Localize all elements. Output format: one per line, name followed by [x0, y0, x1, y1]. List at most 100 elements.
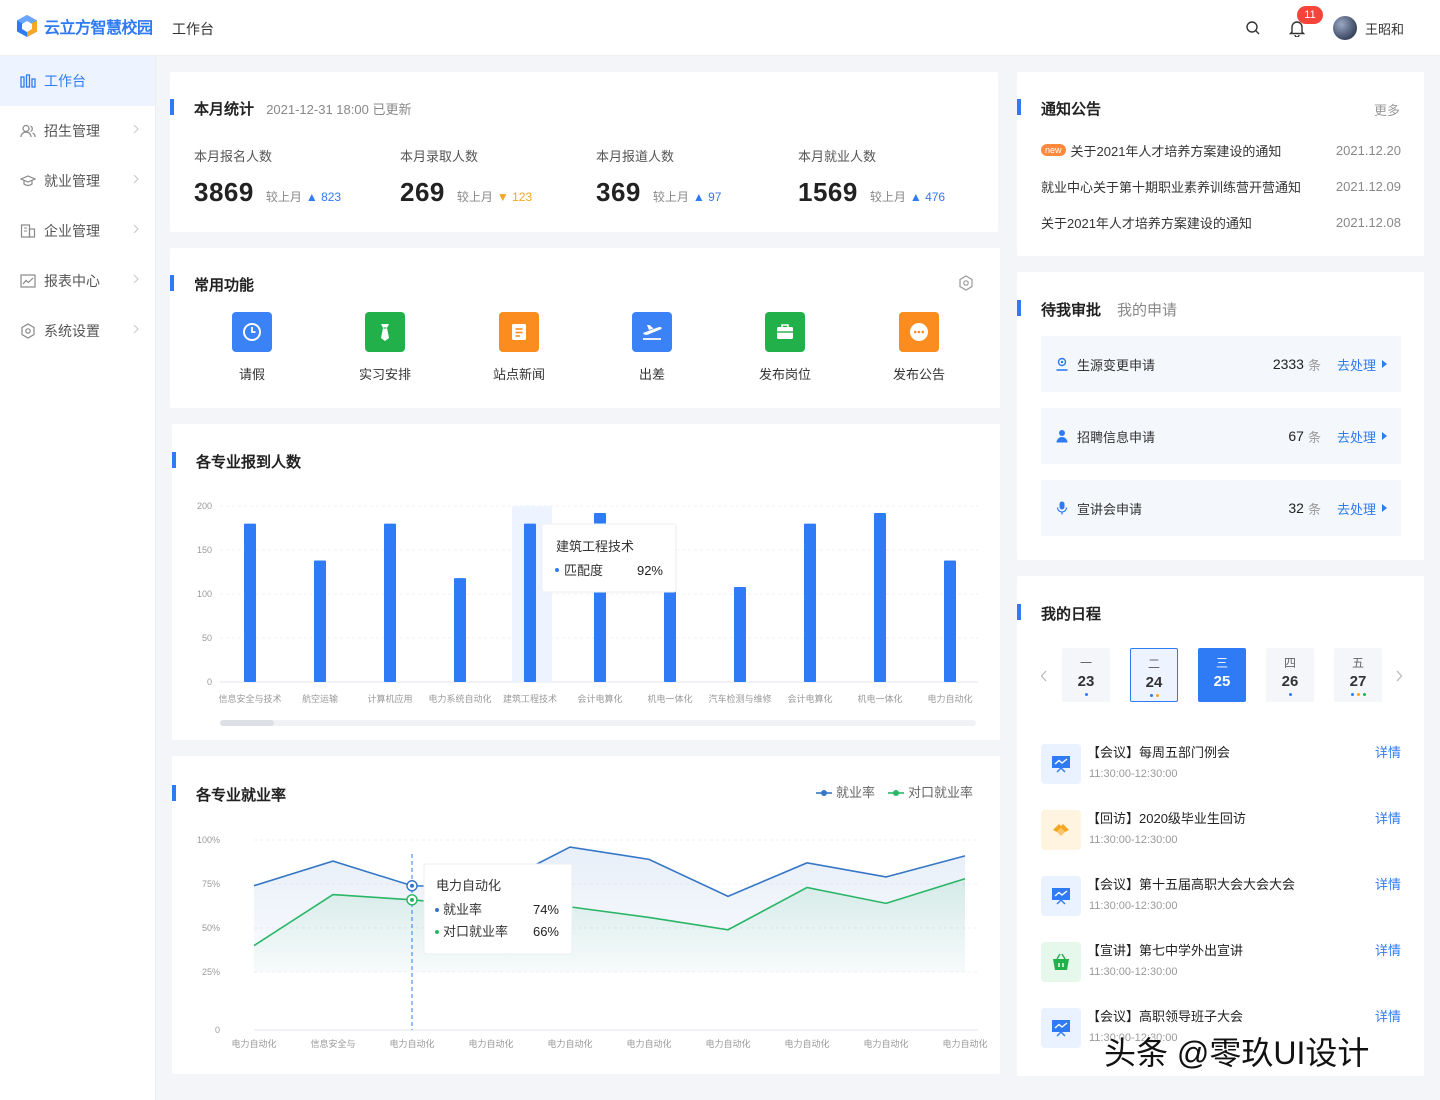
sidebar-item-label: 就业管理: [44, 173, 100, 189]
event-detail-link[interactable]: 详情: [1375, 808, 1401, 827]
event-title: 【会议】高职领导班子大会: [1087, 1009, 1244, 1024]
function-internship[interactable]: 实习安排: [345, 312, 425, 383]
notice-text: 关于2021年人才培养方案建设的通知: [1070, 143, 1282, 159]
event-dot: [1288, 693, 1292, 696]
approval-unit: 条: [1307, 501, 1321, 517]
function-post-notice[interactable]: 发布公告: [879, 312, 959, 383]
bar: [804, 523, 816, 682]
tie-icon: [365, 312, 405, 352]
function-news[interactable]: 站点新闻: [479, 312, 559, 383]
x-tick-label: 电力自动化: [547, 1038, 592, 1049]
event-detail-link[interactable]: 详情: [1375, 1006, 1401, 1025]
notice-item[interactable]: new 关于2021年人才培养方案建设的通知 2021.12.20: [1041, 140, 1401, 160]
bar: [244, 523, 256, 682]
approval-unit: 条: [1307, 429, 1321, 445]
notice-title: 通知公告: [1041, 101, 1102, 118]
function-post-job[interactable]: 发布岗位: [745, 312, 825, 383]
calendar-day[interactable]: 五 27: [1334, 648, 1382, 702]
sidebar-item-admissions[interactable]: 招生管理: [0, 106, 155, 156]
caret-right-icon: [1382, 432, 1387, 440]
highlight-point-core: [410, 897, 414, 902]
username[interactable]: 王昭和: [1365, 19, 1404, 38]
calendar-day[interactable]: 四 26: [1266, 648, 1314, 702]
stats-updated-time: 2021-12-31 18:00 已更新: [266, 102, 412, 117]
x-tick-label: 电力自动化: [863, 1038, 908, 1049]
x-tick-label: 电力自动化: [468, 1038, 513, 1049]
sidebar-item-enterprise[interactable]: 企业管理: [0, 206, 155, 256]
event-detail-link[interactable]: 详情: [1375, 874, 1401, 893]
scrollbar-thumb: [220, 720, 274, 726]
notice-more-link[interactable]: 更多: [1374, 100, 1400, 119]
function-label: 请假: [238, 367, 265, 382]
event-detail-link[interactable]: 详情: [1375, 940, 1401, 959]
stat-compare-label: 较上月: [652, 190, 689, 204]
clock-icon: [232, 312, 272, 352]
section-accent-bar: [1017, 99, 1021, 115]
calendar-event-dots: [1198, 693, 1246, 697]
section-accent-bar: [1017, 604, 1021, 620]
notice-date: 2021.12.20: [1335, 142, 1401, 158]
calendar-day[interactable]: 二 24: [1130, 648, 1178, 702]
sidebar-item-employment[interactable]: 就业管理: [0, 156, 155, 206]
event-dot: [1350, 693, 1354, 696]
avatar[interactable]: [1332, 16, 1357, 40]
line-tooltip: 电力自动化就业率 74% 对口就业率 66%: [423, 863, 573, 955]
notice-item[interactable]: 关于2021年人才培养方案建设的通知 2021.12.08: [1041, 212, 1401, 232]
bar: [944, 560, 956, 682]
approval-name: 生源变更申请: [1077, 357, 1156, 373]
airplane-icon: [632, 312, 672, 352]
tab-pending-approval[interactable]: 待我审批: [1041, 299, 1101, 320]
chevron-right-icon: [133, 224, 139, 234]
x-tick-label: 电力自动化: [705, 1038, 750, 1049]
event-dot: [1155, 694, 1159, 697]
event-detail-link[interactable]: 详情: [1375, 742, 1401, 761]
x-tick-label: 机电一体化: [647, 693, 692, 704]
sidebar-item-settings[interactable]: 系统设置: [0, 306, 155, 356]
function-business-trip[interactable]: 出差: [612, 312, 692, 383]
process-link[interactable]: 去处理: [1337, 427, 1387, 446]
bar: [734, 586, 746, 682]
x-tick-label: 电力自动化: [927, 693, 972, 704]
approval-unit: 条: [1307, 357, 1321, 373]
process-link[interactable]: 去处理: [1337, 355, 1387, 374]
stat-delta-value: 823: [321, 190, 342, 204]
sidebar-item-reports[interactable]: 报表中心: [0, 256, 155, 306]
x-tick-label: 电力自动化: [389, 1038, 434, 1049]
presentation-icon: [1041, 744, 1081, 784]
new-badge: new: [1041, 144, 1066, 156]
calendar-day[interactable]: 三 25: [1198, 648, 1246, 702]
major-reports-chart-card: 各专业报到人数 0 50 100 150 200 信息安全与技术 航空运输 计算机应用 电力系统…: [172, 424, 1000, 740]
schedule-event: 【回访】2020级毕业生回访 11:30:00-12:30:00 详情: [1041, 804, 1401, 860]
sidebar-item-workbench[interactable]: 工作台: [0, 56, 155, 106]
event-dot: [1362, 693, 1366, 696]
stat-admissions: 本月录取人数 269 较上月 ▼ 123: [400, 146, 532, 208]
event-dot: [1356, 693, 1360, 696]
user-badge-icon: [1055, 356, 1071, 372]
calendar-day[interactable]: 一 23: [1062, 648, 1110, 702]
event-title: 【回访】2020级毕业生回访: [1087, 811, 1246, 826]
function-leave[interactable]: 请假: [212, 312, 292, 383]
logo[interactable]: 云立方智慧校园: [16, 14, 153, 38]
sidebar-item-label: 招生管理: [44, 123, 100, 139]
chevron-right-icon[interactable]: [1395, 670, 1403, 682]
search-button[interactable]: [1239, 14, 1267, 42]
graduation-cap-icon: [20, 173, 36, 189]
common-functions-card: 常用功能 请假 实习安排 站点新闻 出差 发布岗位 发布公告: [170, 248, 1000, 408]
chevron-left-icon[interactable]: [1040, 670, 1048, 682]
tooltip-title: 电力自动化: [436, 878, 501, 893]
section-accent-bar: [1017, 300, 1021, 316]
notice-item[interactable]: 就业中心关于第十期职业素养训练营开营通知 2021.12.09: [1041, 176, 1401, 196]
tab-my-applications[interactable]: 我的申请: [1117, 299, 1177, 320]
calendar-event-dots: [1266, 693, 1314, 697]
event-dot: [1084, 693, 1088, 696]
schedule-event: 【会议】每周五部门例会 11:30:00-12:30:00 详情: [1041, 738, 1401, 794]
settings-gear-icon[interactable]: [958, 275, 974, 291]
notification-button[interactable]: 11: [1283, 6, 1323, 42]
process-link[interactable]: 去处理: [1337, 499, 1387, 518]
notice-date: 2021.12.09: [1335, 178, 1401, 194]
stat-reported: 本月报道人数 369 较上月 ▲ 97: [596, 146, 721, 208]
presentation-icon: [1041, 876, 1081, 916]
y-tick-label: 100: [197, 589, 212, 599]
event-title: 【宣讲】第七中学外出宣讲: [1087, 943, 1244, 958]
stat-delta-up: ▲ 476: [909, 190, 946, 204]
